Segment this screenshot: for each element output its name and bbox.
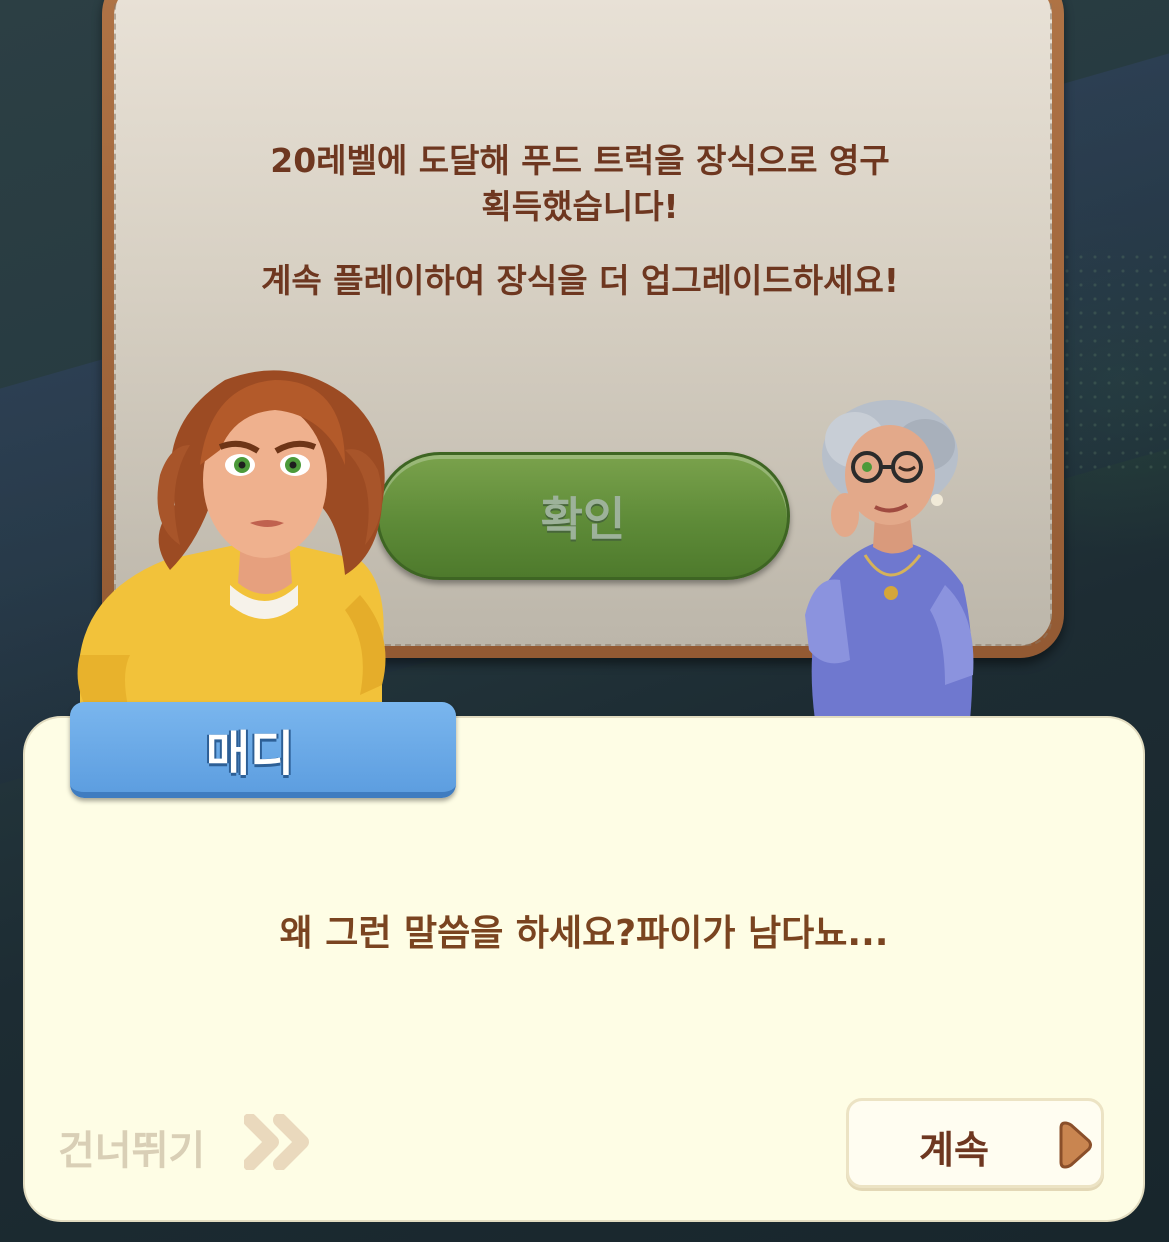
continue-button[interactable]: 계속	[846, 1098, 1104, 1188]
skip-button[interactable]: 건너뛰기	[58, 1118, 205, 1176]
modal-message-line1: 20레벨에 도달해 푸드 트럭을 장식으로 영구	[270, 141, 890, 180]
speaker-nameplate: 매디	[70, 702, 456, 798]
modal-message-line3: 계속 플레이하여 장식을 더 업그레이드하세요!	[261, 261, 899, 300]
modal-message-line2: 획득했습니다!	[481, 187, 679, 226]
dialog-text: 왜 그런 말씀을 하세요?파이가 남다뇨...	[279, 913, 889, 954]
play-triangle-icon	[1059, 1121, 1092, 1169]
confirm-button-label: 확인	[540, 492, 626, 546]
double-chevron-right-icon[interactable]	[244, 1114, 314, 1170]
grandma-character	[805, 400, 974, 720]
background-lawn	[1060, 250, 1169, 470]
continue-button-label: 계속	[919, 1128, 989, 1172]
maddie-character	[77, 370, 386, 715]
speaker-name: 매디	[205, 726, 295, 782]
